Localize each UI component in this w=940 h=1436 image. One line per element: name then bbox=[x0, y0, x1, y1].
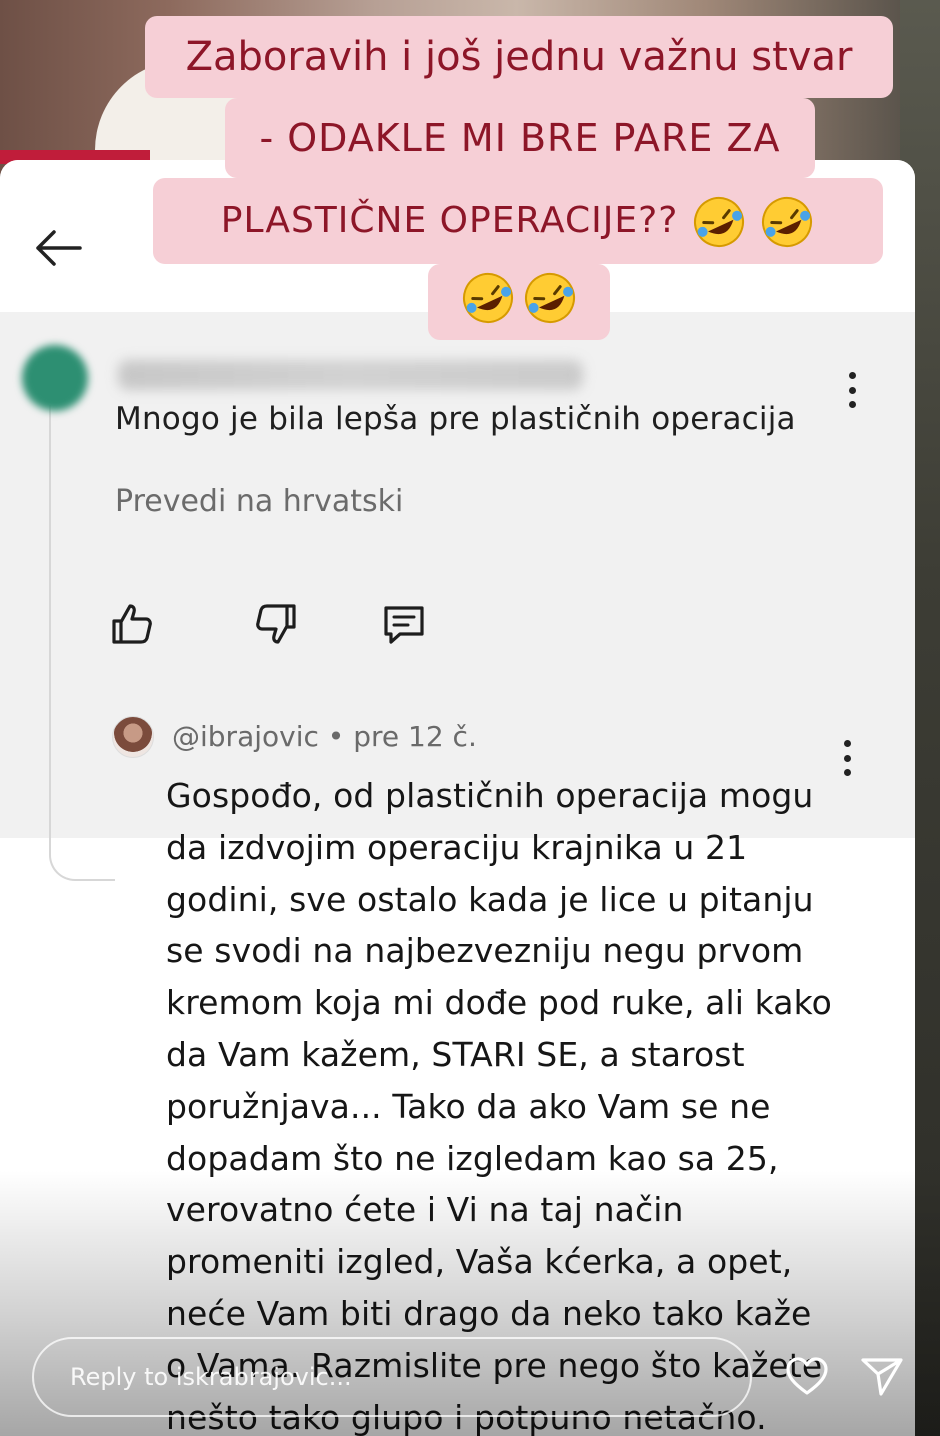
back-arrow-icon[interactable] bbox=[30, 228, 86, 268]
caption-line-2: - ODAKLE MI BRE PARE ZA bbox=[225, 98, 815, 178]
thumb-down-icon[interactable] bbox=[252, 600, 300, 648]
reply-comment-icon[interactable] bbox=[380, 600, 428, 648]
laughing-emoji-icon bbox=[524, 273, 575, 323]
comment-text: Mnogo je bila lepša pre plastičnih opera… bbox=[115, 401, 796, 437]
reply-author-avatar[interactable] bbox=[112, 716, 154, 758]
caption-line-4 bbox=[428, 264, 610, 340]
laughing-emoji-icon bbox=[463, 273, 514, 323]
laughing-emoji-icon bbox=[762, 197, 813, 247]
comment-screenshot-card: Mnogo je bila lepša pre plastičnih opera… bbox=[0, 160, 915, 1436]
commenter-name-blurred bbox=[118, 360, 583, 390]
reply-meta: @ibrajovic • pre 12 č. bbox=[172, 720, 477, 753]
caption-line-1: Zaboravih i još jednu važnu stvar bbox=[145, 16, 893, 98]
thumb-up-icon[interactable] bbox=[108, 600, 156, 648]
original-comment bbox=[0, 312, 915, 838]
caption-line-3: PLASTIČNE OPERACIJE?? bbox=[153, 178, 883, 264]
reply-menu-icon[interactable] bbox=[842, 740, 852, 776]
send-icon[interactable] bbox=[858, 1352, 906, 1400]
thread-connector-line bbox=[49, 405, 115, 881]
commenter-avatar-blurred bbox=[22, 345, 88, 411]
reply-time: pre 12 č. bbox=[353, 720, 477, 753]
translate-link[interactable]: Prevedi na hrvatski bbox=[115, 484, 403, 519]
reply-author[interactable]: @ibrajovic bbox=[172, 720, 319, 753]
heart-icon[interactable] bbox=[783, 1352, 831, 1400]
meta-separator: • bbox=[327, 720, 345, 753]
laughing-emoji-icon bbox=[693, 197, 744, 247]
story-reply-input[interactable] bbox=[32, 1337, 752, 1417]
caption-line-3-text: PLASTIČNE OPERACIJE?? bbox=[220, 200, 679, 241]
